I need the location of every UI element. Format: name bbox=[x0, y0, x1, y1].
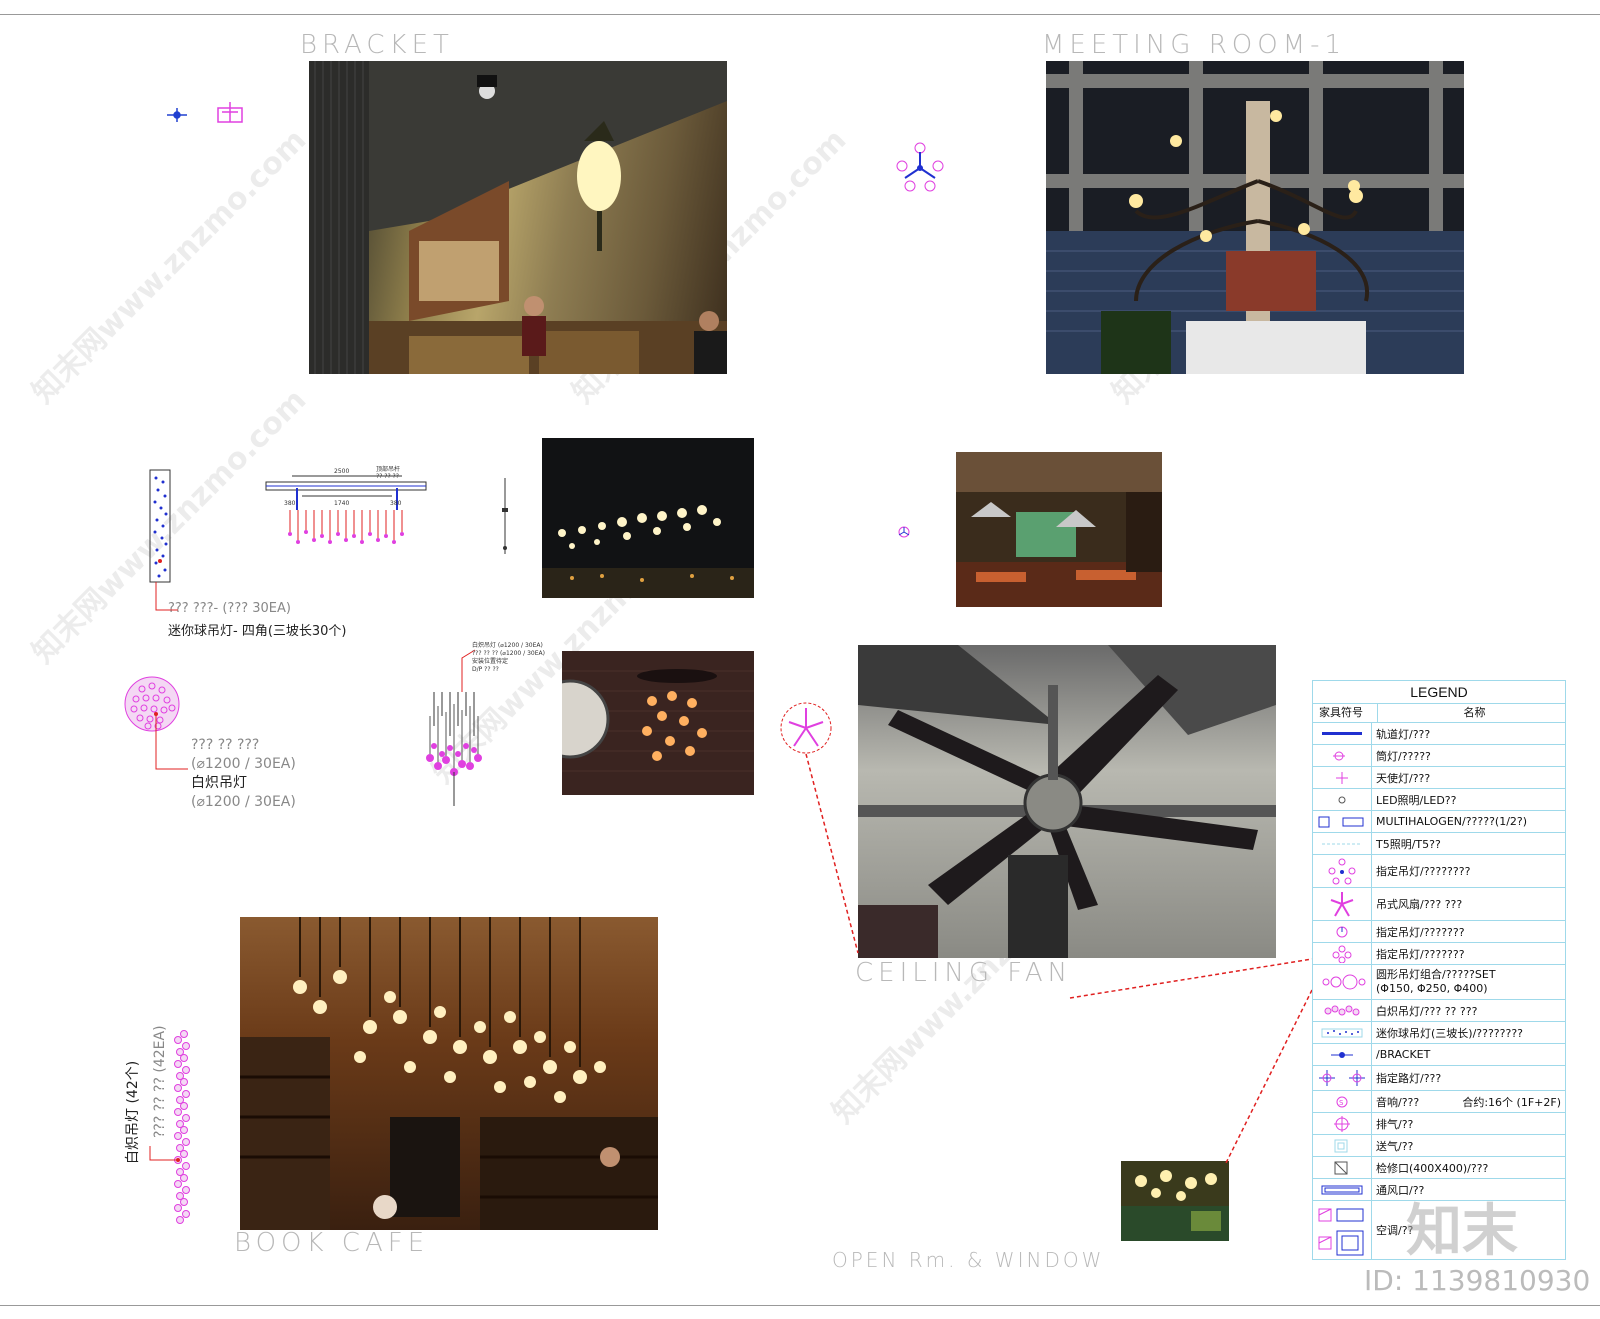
legend-label: LED照明/LED?? bbox=[1376, 793, 1457, 807]
incandescent-note-line4: (⌀1200 / 30EA) bbox=[191, 794, 296, 810]
elevation-note-3: 安装位置待定 bbox=[472, 658, 509, 665]
legend-row: /BRACKET bbox=[1313, 1044, 1565, 1066]
designated-pendant-flower-icon bbox=[1332, 945, 1352, 963]
legend-row: S 音响/??? 合约:16个 (1F+2F) bbox=[1313, 1091, 1565, 1113]
legend-table: LEGEND 家具符号 名称 轨道灯/??? 筒灯/????? 天使灯/??? … bbox=[1312, 680, 1566, 1260]
elevation-note-4: D/P ?? ?? bbox=[472, 666, 499, 673]
elevation-notes: 白炽吊灯 (⌀1200 / 30EA) ??? ?? ?? (⌀1200 / 3… bbox=[472, 642, 545, 674]
downlight-icon bbox=[1333, 751, 1345, 760]
legend-label-main: 音响/??? bbox=[1376, 1095, 1420, 1109]
legend-label: 天使灯/??? bbox=[1376, 771, 1431, 785]
access-panel-icon bbox=[1334, 1161, 1348, 1174]
legend-row: LED照明/LED?? bbox=[1313, 789, 1565, 811]
led-icon bbox=[1338, 796, 1346, 803]
legend-label-main: 圆形吊灯组合/?????SET bbox=[1376, 968, 1496, 981]
legend-row: 指定吊灯/??????? bbox=[1313, 921, 1565, 943]
legend-label: 指定路灯/??? bbox=[1376, 1072, 1442, 1085]
mini-ball-pendant-icon bbox=[1321, 1028, 1363, 1037]
elevation-note-1: 白炽吊灯 (⌀1200 / 30EA) bbox=[472, 642, 543, 649]
legend-row: 吊式风扇/??? ??? bbox=[1313, 888, 1565, 921]
mini-ball-note: ??? ???- (??? 30EA) 迷你球吊灯- 四角(三坡长30个) bbox=[168, 601, 347, 639]
designated-pendant-small-icon bbox=[1336, 926, 1348, 937]
legend-row: T5照明/T5?? bbox=[1313, 833, 1565, 855]
ceiling-fan-icon bbox=[1330, 892, 1354, 917]
legend-row: 迷你球吊灯(三坡长)/???????? bbox=[1313, 1022, 1565, 1044]
legend-label: 迷你球吊灯(三坡长)/???????? bbox=[1376, 1026, 1523, 1040]
legend-label-right: 合约:16个 (1F+2F) bbox=[1462, 1095, 1561, 1109]
legend-label: 送气/?? bbox=[1376, 1139, 1414, 1153]
exhaust-icon bbox=[1334, 1115, 1350, 1132]
legend-row: 白炽吊灯/??? ?? ??? bbox=[1313, 1000, 1565, 1022]
legend-label: 指定吊灯/???????? bbox=[1376, 865, 1471, 878]
incandescent-note: ??? ?? ??? (⌀1200 / 30EA) 白炽吊灯 (⌀1200 / … bbox=[191, 736, 296, 812]
svg-text:S: S bbox=[1339, 1099, 1344, 1107]
legend-label: 音响/??? 合约:16个 (1F+2F) bbox=[1372, 1094, 1565, 1110]
vertical-note-cn: 白炽吊灯 (42个) bbox=[125, 1060, 141, 1164]
legend-row: 指定路灯/??? bbox=[1313, 1066, 1565, 1091]
legend-row: 指定吊灯/??????? bbox=[1313, 943, 1565, 965]
brand-id: ID: 1139810930 bbox=[1364, 1264, 1591, 1297]
legend-col-symbol: 家具符号 bbox=[1313, 704, 1378, 722]
detail-ceiling-note: 顶部吊杆 ?? ?? ?? bbox=[376, 466, 401, 480]
legend-row: 指定吊灯/???????? bbox=[1313, 855, 1565, 888]
legend-label: 筒灯/????? bbox=[1376, 749, 1431, 763]
legend-label: 检修口(400X400)/??? bbox=[1376, 1161, 1489, 1175]
legend-label: 吊式风扇/??? ??? bbox=[1376, 898, 1463, 911]
legend-col-name: 名称 bbox=[1463, 706, 1486, 719]
supply-air-icon bbox=[1334, 1139, 1348, 1152]
incandescent-note-line3: 白炽吊灯 bbox=[191, 775, 247, 791]
air-conditioner-icon bbox=[1318, 1208, 1364, 1256]
multihalogen-icon bbox=[1318, 816, 1364, 827]
dim-left: 380 bbox=[284, 500, 296, 507]
legend-label: /BRACKET bbox=[1376, 1048, 1431, 1061]
angel-light-icon bbox=[1336, 771, 1348, 784]
dim-mid: 1740 bbox=[334, 500, 349, 507]
bracket-icon bbox=[1331, 1051, 1353, 1058]
brand-logo-text: 知末 bbox=[1406, 1199, 1518, 1264]
legend-header: 家具符号 名称 bbox=[1313, 704, 1565, 723]
vertical-note-q: ??? ?? ?? (42EA) bbox=[152, 1025, 168, 1138]
incandescent-note-line2: (⌀1200 / 30EA) bbox=[191, 756, 296, 772]
dim-right: 380 bbox=[390, 500, 402, 507]
vent-icon bbox=[1321, 1185, 1363, 1194]
speaker-icon: S bbox=[1336, 1096, 1348, 1107]
legend-label: 轨道灯/??? bbox=[1376, 727, 1431, 741]
designated-pendant-icon bbox=[1328, 858, 1356, 885]
legend-label-sub: (Φ150, Φ250, Φ400) bbox=[1376, 982, 1488, 995]
legend-title: LEGEND bbox=[1313, 681, 1565, 704]
incandescent-pendant-icon bbox=[1324, 1005, 1360, 1015]
dim-top: 2500 bbox=[334, 468, 349, 475]
legend-row: 轨道灯/??? bbox=[1313, 723, 1565, 745]
street-light-icon bbox=[1319, 1070, 1365, 1086]
legend-label: 指定吊灯/??????? bbox=[1376, 947, 1465, 961]
legend-row: MULTIHALOGEN/?????(1/2?) bbox=[1313, 811, 1565, 833]
round-pendant-set-icon bbox=[1322, 974, 1366, 990]
legend-row: 天使灯/??? bbox=[1313, 767, 1565, 789]
legend-label: T5照明/T5?? bbox=[1376, 837, 1441, 851]
elevation-note-2: ??? ?? ?? (⌀1200 / 30EA) bbox=[472, 650, 545, 657]
legend-label: 指定吊灯/??????? bbox=[1376, 925, 1465, 939]
mini-ball-note-line2: 迷你球吊灯- 四角(三坡长30个) bbox=[168, 624, 347, 639]
legend-row: 筒灯/????? bbox=[1313, 745, 1565, 767]
mini-ball-note-line1: ??? ???- (??? 30EA) bbox=[168, 601, 291, 616]
incandescent-pendant-plan bbox=[124, 676, 188, 770]
legend-label: 白炽吊灯/??? ?? ??? bbox=[1376, 1004, 1478, 1018]
legend-row: 圆形吊灯组合/?????SET (Φ150, Φ250, Φ400) bbox=[1313, 965, 1565, 1000]
legend-label: 圆形吊灯组合/?????SET (Φ150, Φ250, Φ400) bbox=[1372, 968, 1565, 996]
pendant-section-detail: 2500 1740 380 380 bbox=[265, 468, 427, 544]
legend-row: 排气/?? bbox=[1313, 1113, 1565, 1135]
legend-label: 排气/?? bbox=[1376, 1117, 1414, 1131]
legend-label: MULTIHALOGEN/?????(1/2?) bbox=[1376, 815, 1528, 828]
track-light-icon bbox=[1322, 731, 1362, 735]
t5-icon bbox=[1322, 843, 1362, 844]
legend-row: 检修口(400X400)/??? bbox=[1313, 1157, 1565, 1179]
legend-row: 送气/?? bbox=[1313, 1135, 1565, 1157]
incandescent-note-line1: ??? ?? ??? bbox=[191, 737, 260, 753]
pendant-rod-icon bbox=[502, 478, 508, 554]
